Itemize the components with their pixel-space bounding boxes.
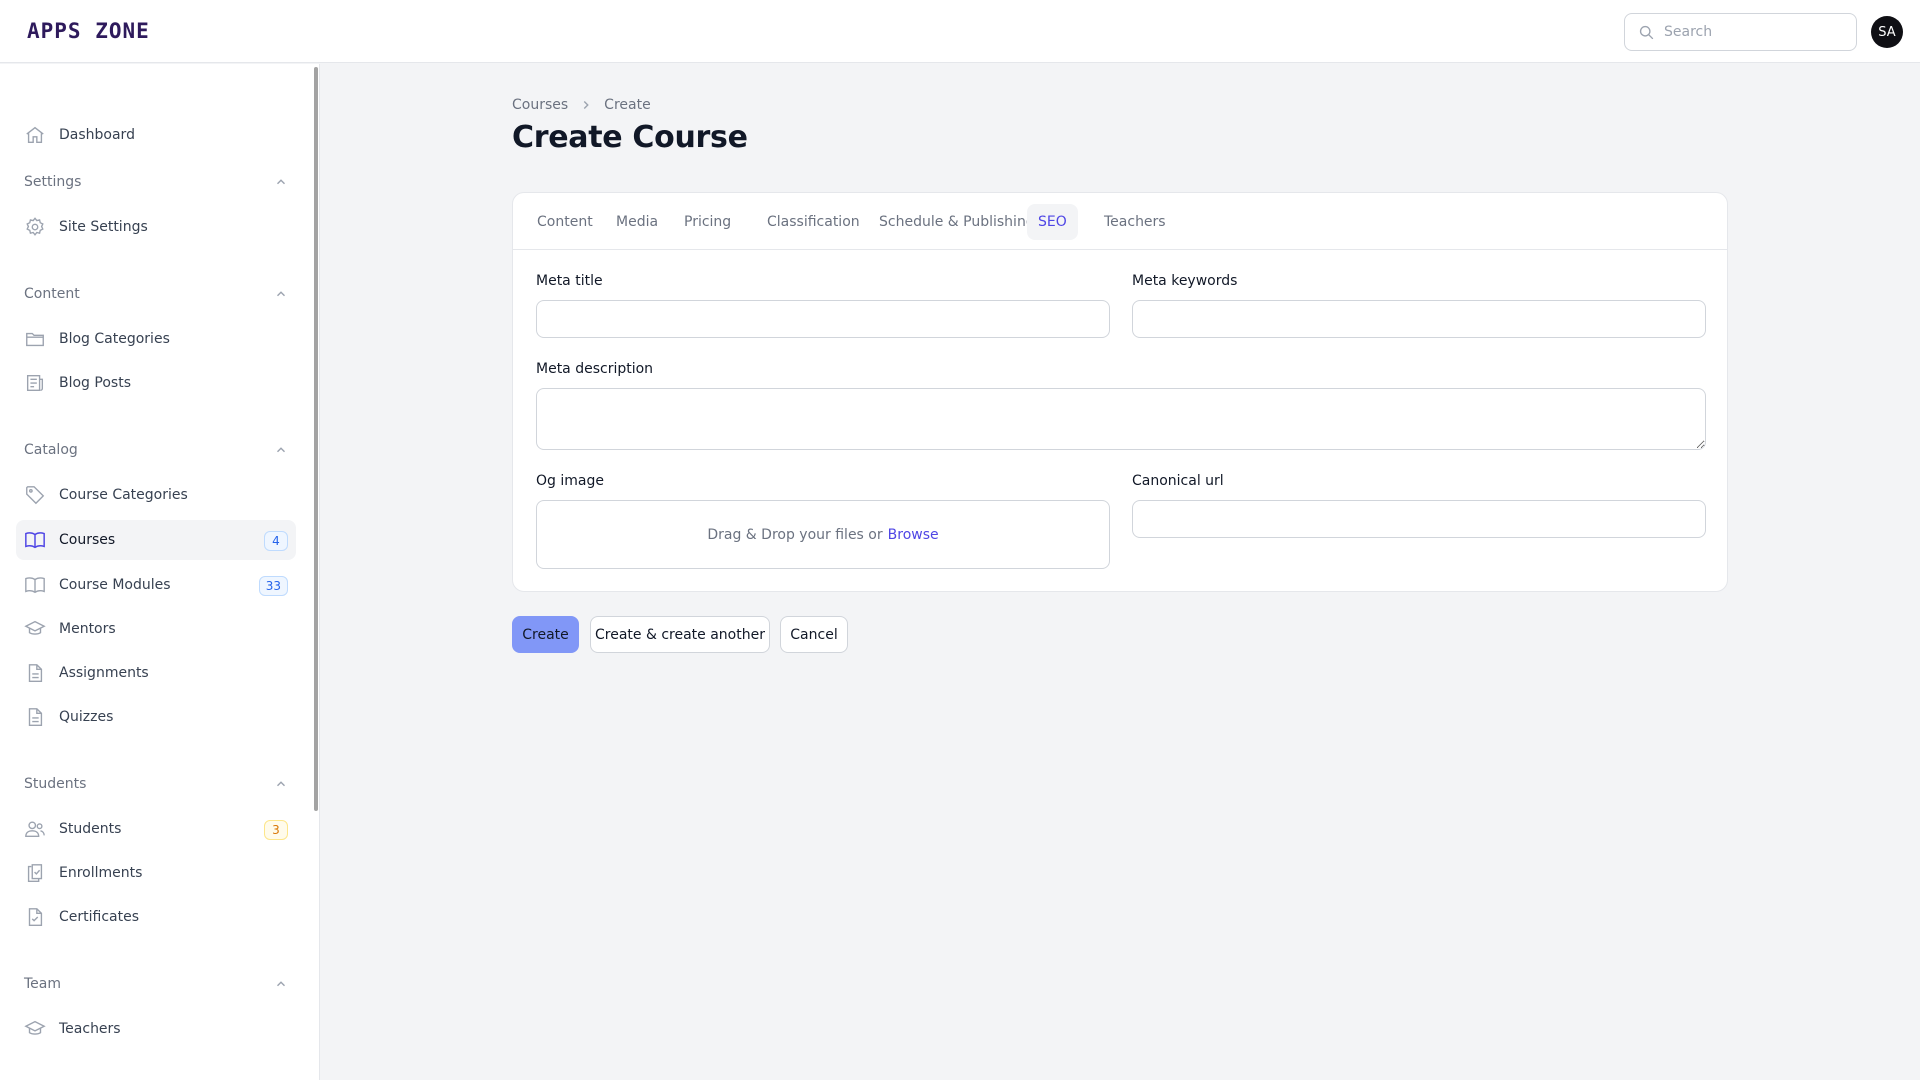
canonical-url-input[interactable] — [1132, 500, 1706, 538]
document-icon — [28, 664, 43, 682]
tab-pricing[interactable]: Pricing — [673, 204, 742, 240]
create-another-button[interactable]: Create & create another — [590, 616, 770, 653]
meta-keywords-input[interactable] — [1132, 300, 1706, 338]
gear-icon — [26, 217, 44, 236]
sidebar-item-site-settings[interactable]: Site Settings — [16, 207, 296, 247]
sidebar-item-quizzes[interactable]: Quizzes — [16, 697, 296, 737]
users-icon — [25, 821, 45, 838]
meta-keywords-label: Meta keywords — [1132, 273, 1238, 289]
academic-cap-icon — [24, 620, 46, 635]
group-label: Settings — [24, 174, 82, 190]
sidebar-item-label: Courses — [59, 532, 116, 548]
book-open-icon — [25, 532, 45, 549]
count-badge: 4 — [264, 531, 288, 551]
top-bar: APPS ZONE SA — [0, 0, 1920, 63]
sidebar-item-assignments[interactable]: Assignments — [16, 653, 296, 693]
app-logo[interactable]: APPS ZONE — [27, 19, 150, 43]
form-card: Content Media Pricing Classification Sch… — [512, 192, 1728, 592]
sidebar-item-certificates[interactable]: Certificates — [16, 897, 296, 937]
sidebar-item-label: Course Modules — [59, 577, 171, 593]
meta-description-label: Meta description — [536, 361, 654, 377]
chevron-up-icon — [277, 981, 285, 987]
tab-media[interactable]: Media — [605, 204, 669, 240]
sidebar-item-label: Students — [59, 821, 122, 837]
sidebar-group-team[interactable]: Team — [24, 972, 288, 996]
sidebar-item-course-modules[interactable]: Course Modules 33 — [16, 565, 296, 605]
sidebar-item-label: Site Settings — [59, 219, 148, 235]
sidebar-item-courses[interactable]: Courses 4 — [16, 520, 296, 560]
sidebar-item-enrollments[interactable]: Enrollments — [16, 853, 296, 893]
user-avatar[interactable]: SA — [1871, 16, 1903, 48]
meta-title-label: Meta title — [536, 273, 603, 289]
sidebar-item-dashboard[interactable]: Dashboard — [16, 115, 296, 155]
meta-description-textarea[interactable] — [536, 388, 1706, 450]
count-badge: 3 — [264, 820, 288, 840]
count-badge: 33 — [258, 576, 288, 596]
breadcrumb-current: Create — [604, 97, 651, 113]
tab-seo[interactable]: SEO — [1027, 204, 1078, 240]
sidebar-item-mentors[interactable]: Mentors — [16, 609, 296, 649]
tab-content[interactable]: Content — [526, 204, 604, 240]
group-label: Catalog — [24, 442, 78, 458]
sidebar-item-label: Certificates — [59, 909, 140, 925]
sidebar-group-content[interactable]: Content — [24, 282, 288, 306]
sidebar-item-label: Mentors — [59, 621, 116, 637]
tab-schedule-publishing[interactable]: Schedule & Publishing — [868, 204, 1046, 240]
sidebar-item-label: Course Categories — [59, 487, 188, 503]
tab-classification[interactable]: Classification — [756, 204, 871, 240]
home-icon — [26, 126, 44, 144]
og-image-label: Og image — [536, 473, 604, 489]
search-box[interactable] — [1624, 13, 1857, 51]
meta-title-input[interactable] — [536, 300, 1110, 338]
chevron-up-icon — [277, 291, 285, 297]
sidebar-item-label: Dashboard — [59, 127, 135, 143]
cancel-button[interactable]: Cancel — [780, 616, 848, 653]
book-open-icon — [25, 577, 45, 594]
document-check-icon — [28, 908, 43, 926]
tag-icon — [26, 486, 45, 505]
dropzone-text: Drag & Drop your files or — [707, 526, 883, 543]
chevron-up-icon — [277, 179, 285, 185]
sidebar-item-label: Quizzes — [59, 709, 114, 725]
page-title: Create Course — [512, 120, 748, 155]
breadcrumb-courses-link[interactable]: Courses — [512, 97, 568, 113]
sidebar-item-course-categories[interactable]: Course Categories — [16, 475, 296, 515]
sidebar-item-label: Blog Posts — [59, 375, 131, 391]
sidebar-group-students[interactable]: Students — [24, 772, 288, 796]
search-icon — [1639, 25, 1654, 39]
tab-bar: Content Media Pricing Classification Sch… — [513, 193, 1727, 250]
sidebar-group-catalog[interactable]: Catalog — [24, 438, 288, 462]
tab-teachers[interactable]: Teachers — [1093, 204, 1177, 240]
create-button[interactable]: Create — [512, 616, 579, 653]
sidebar-item-teachers[interactable]: Teachers — [16, 1009, 296, 1049]
og-image-dropzone[interactable]: Drag & Drop your files or Browse — [536, 500, 1110, 569]
sidebar-item-label: Enrollments — [59, 865, 143, 881]
sidebar-item-label: Teachers — [59, 1021, 121, 1037]
chevron-up-icon — [277, 447, 285, 453]
academic-cap-icon — [24, 1020, 46, 1035]
breadcrumb: Courses Create — [512, 96, 651, 114]
group-label: Team — [24, 976, 62, 992]
document-icon — [28, 708, 43, 726]
sidebar-item-blog-categories[interactable]: Blog Categories — [16, 319, 296, 359]
sidebar-item-students[interactable]: Students 3 — [16, 809, 296, 849]
sidebar-item-blog-posts[interactable]: Blog Posts — [16, 363, 296, 403]
sidebar-item-label: Blog Categories — [59, 331, 170, 347]
chevron-up-icon — [277, 781, 285, 787]
clipboard-check-icon — [27, 864, 43, 882]
sidebar-scrollbar[interactable] — [314, 67, 318, 811]
sidebar-item-label: Assignments — [59, 665, 149, 681]
chevron-right-icon — [583, 101, 589, 109]
browse-link[interactable]: Browse — [888, 527, 939, 543]
sidebar: Dashboard Settings Site Settings Content… — [0, 64, 320, 1080]
folder-icon — [26, 332, 44, 347]
newspaper-icon — [26, 374, 44, 392]
sidebar-group-settings[interactable]: Settings — [24, 170, 288, 194]
canonical-url-label: Canonical url — [1132, 473, 1224, 489]
group-label: Content — [24, 286, 80, 302]
search-input[interactable] — [1664, 24, 1844, 40]
group-label: Students — [24, 776, 87, 792]
